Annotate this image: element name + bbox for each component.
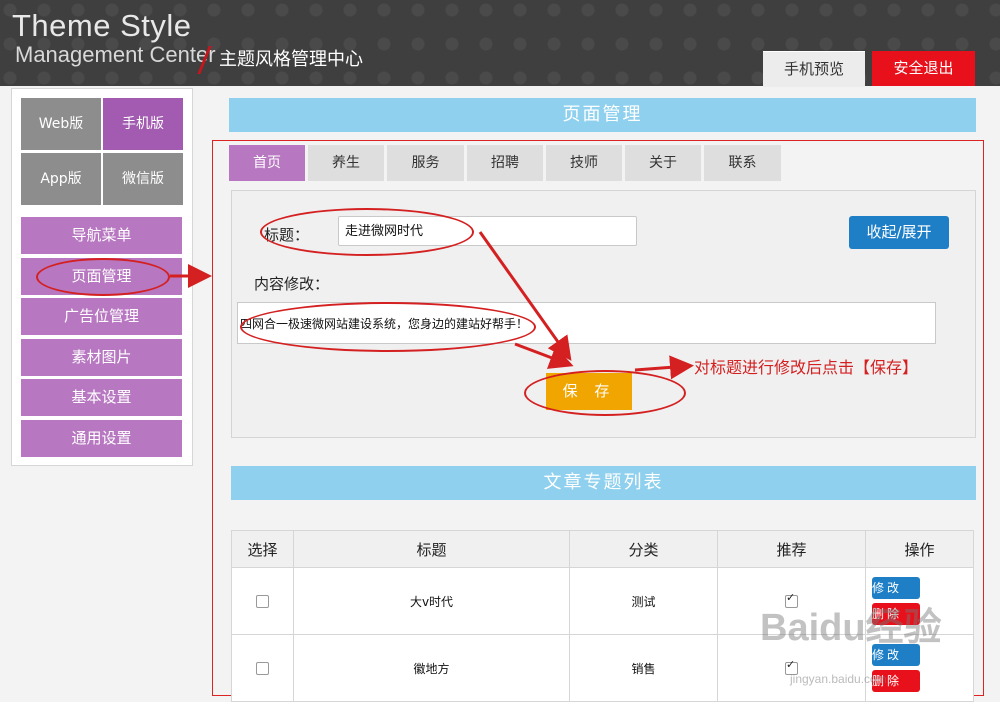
row-category: 销售 [569, 634, 718, 702]
highlight-ellipse [524, 370, 686, 416]
row-category: 测试 [569, 567, 718, 635]
tab-recruit[interactable]: 招聘 [467, 145, 543, 181]
tab-about[interactable]: 关于 [625, 145, 701, 181]
sidebar-item-ad-management[interactable]: 广告位管理 [21, 298, 182, 335]
version-app-button[interactable]: App版 [21, 153, 101, 205]
watermark-url: jingyan.baidu.com [790, 672, 887, 686]
tab-technician[interactable]: 技师 [546, 145, 622, 181]
mobile-preview-button[interactable]: 手机预览 [763, 51, 865, 87]
column-header-title: 标题 [293, 530, 570, 568]
brand-chinese-title: 主题风格管理中心 [219, 49, 363, 70]
version-wechat-button[interactable]: 微信版 [103, 153, 183, 205]
column-header-recommended: 推荐 [717, 530, 866, 568]
tab-service[interactable]: 服务 [387, 145, 464, 181]
version-mobile-button[interactable]: 手机版 [103, 98, 183, 150]
column-header-actions: 操作 [865, 530, 974, 568]
content-label: 内容修改： [254, 275, 330, 293]
highlight-ellipse [260, 208, 474, 256]
watermark-logo: Baidu经验 [760, 607, 942, 649]
column-header-category: 分类 [569, 530, 718, 568]
row-title: 大v时代 [293, 567, 570, 635]
logout-button[interactable]: 安全退出 [872, 51, 975, 86]
row-title: 徽地方 [293, 634, 570, 702]
highlight-ellipse [240, 302, 536, 352]
tab-home[interactable]: 首页 [229, 145, 305, 181]
sidebar-item-media[interactable]: 素材图片 [21, 339, 182, 376]
sidebar-item-basic-settings[interactable]: 基本设置 [21, 379, 182, 416]
sidebar-item-general-settings[interactable]: 通用设置 [21, 420, 182, 457]
brand-subtitle: Management Center [15, 42, 216, 67]
tab-health[interactable]: 养生 [308, 145, 384, 181]
row-select-checkbox[interactable] [256, 595, 269, 608]
version-web-button[interactable]: Web版 [21, 98, 101, 150]
column-header-select: 选择 [231, 530, 294, 568]
sidebar-item-nav-menu[interactable]: 导航菜单 [21, 217, 182, 254]
instruction-annotation: 对标题进行修改后点击【保存】 [694, 358, 919, 377]
tab-contact[interactable]: 联系 [704, 145, 781, 181]
highlight-ellipse [36, 258, 170, 296]
top-header: Theme Style Management Center 主题风格管理中心 手… [0, 0, 1000, 87]
row-select-checkbox[interactable] [256, 662, 269, 675]
page-title: 页面管理 [229, 98, 976, 132]
article-list-title: 文章专题列表 [231, 466, 976, 500]
collapse-expand-button[interactable]: 收起/展开 [849, 216, 949, 249]
brand-title: Theme Style [12, 8, 192, 43]
